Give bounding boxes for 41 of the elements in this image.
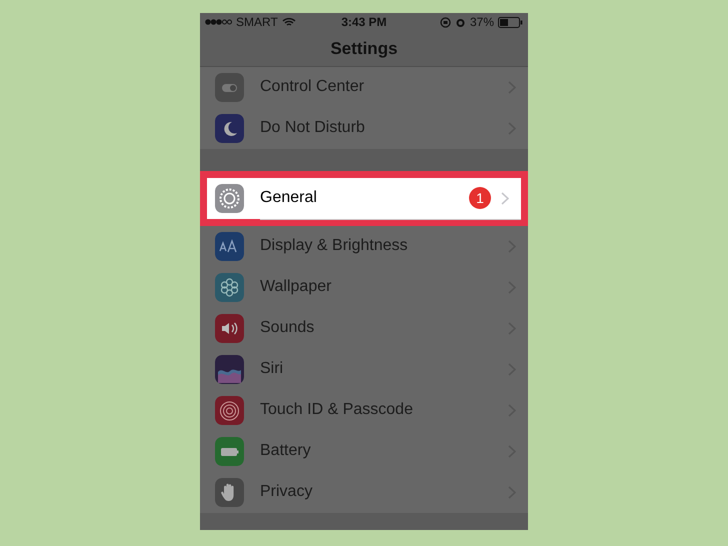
settings-row[interactable]: Siri bbox=[200, 349, 528, 390]
screen-title: Settings bbox=[330, 38, 398, 58]
row-label: Display & Brightness bbox=[260, 237, 409, 255]
settings-row[interactable]: Privacy bbox=[200, 472, 528, 513]
row-label: Do Not Disturb bbox=[260, 119, 366, 137]
row-label: Touch ID & Passcode bbox=[260, 401, 414, 419]
alarm-clock-icon bbox=[454, 16, 466, 28]
row-label: Privacy bbox=[260, 483, 314, 501]
letters-icon bbox=[215, 232, 244, 261]
carrier-name: SMART bbox=[236, 15, 278, 29]
wave-icon bbox=[215, 355, 244, 384]
row-label: Control Center bbox=[260, 78, 366, 96]
settings-row[interactable]: Do Not Disturb bbox=[200, 108, 528, 149]
battery-icon bbox=[498, 16, 524, 28]
fingerprint-icon bbox=[215, 396, 244, 425]
settings-row[interactable]: Control Center bbox=[200, 67, 528, 108]
flower-icon bbox=[215, 273, 244, 302]
wifi-icon bbox=[282, 17, 296, 27]
battery-percentage: 37% bbox=[470, 15, 494, 29]
settings-row[interactable]: Wallpaper bbox=[200, 267, 528, 308]
row-label: Battery bbox=[260, 442, 312, 460]
clock-time: 3:43 PM bbox=[341, 15, 387, 29]
row-label: Siri bbox=[260, 360, 284, 378]
notification-count: 1 bbox=[469, 187, 491, 209]
moon-icon bbox=[215, 114, 244, 143]
row-label: Wallpaper bbox=[260, 278, 332, 296]
settings-row[interactable]: Display & Brightness bbox=[200, 226, 528, 267]
toggle-icon bbox=[215, 73, 244, 102]
chevron-icon bbox=[501, 192, 509, 204]
settings-row[interactable]: General 1 bbox=[200, 171, 528, 226]
settings-row[interactable]: Sounds bbox=[200, 308, 528, 349]
battery-icon bbox=[215, 437, 244, 466]
settings-row[interactable]: Touch ID & Passcode bbox=[200, 390, 528, 431]
hand-icon bbox=[215, 478, 244, 507]
row-label: General bbox=[260, 189, 318, 207]
signal-icon bbox=[205, 19, 232, 25]
rotation-lock-icon bbox=[440, 16, 451, 28]
speaker-icon bbox=[215, 314, 244, 343]
row-label: Sounds bbox=[260, 319, 316, 337]
gear-icon bbox=[215, 184, 244, 213]
settings-row[interactable]: Battery bbox=[200, 431, 528, 472]
